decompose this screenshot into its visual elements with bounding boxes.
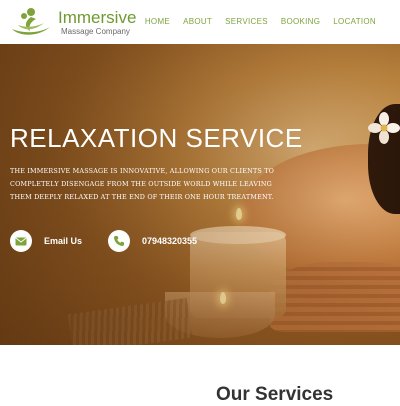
phone-number: 07948320355 (142, 236, 198, 246)
hero-banner: RELAXATION SERVICE THE IMMERSIVE MASSAGE… (0, 44, 400, 345)
envelope-icon (10, 230, 32, 252)
phone-link[interactable]: 07948320355 (108, 230, 197, 252)
hero-description: THE IMMERSIVE MASSAGE IS INNOVATIVE, ALL… (10, 167, 275, 201)
lotus-logo-icon (12, 8, 50, 35)
nav-item-location[interactable]: LOCATION (333, 17, 376, 26)
services-heading: Our Services (216, 384, 334, 405)
phone-icon (108, 230, 130, 252)
email-label: Email Us (44, 236, 83, 246)
nav-item-booking[interactable]: BOOKING (281, 17, 320, 26)
brand-tagline: Massage Company (61, 27, 130, 36)
hero-title: RELAXATION SERVICE (10, 123, 303, 153)
site-header: Immersive Massage Company HOME ABOUT SER… (0, 0, 400, 44)
brand-name: Immersive (58, 8, 137, 27)
brand-logo[interactable]: Immersive Massage Company (10, 5, 136, 39)
email-link[interactable]: Email Us (10, 230, 82, 252)
nav-item-about[interactable]: ABOUT (183, 17, 212, 26)
nav-item-home[interactable]: HOME (145, 17, 170, 26)
main-nav: HOME ABOUT SERVICES BOOKING LOCATION (145, 17, 376, 26)
nav-item-services[interactable]: SERVICES (225, 17, 268, 26)
